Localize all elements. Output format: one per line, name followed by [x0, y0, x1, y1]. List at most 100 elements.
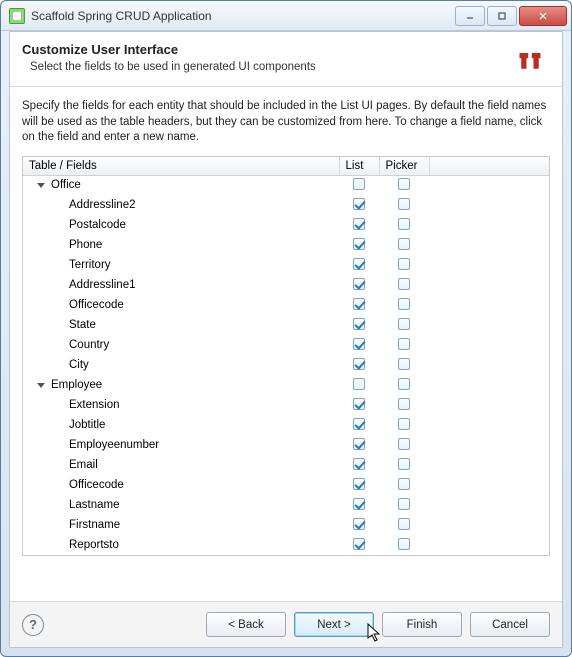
table-row[interactable]: Employee [23, 375, 549, 395]
cancel-button[interactable]: Cancel [470, 612, 550, 637]
next-button[interactable]: Next > [294, 612, 374, 637]
list-checkbox[interactable] [353, 258, 365, 270]
field-label[interactable]: City [69, 359, 89, 371]
field-label[interactable]: Reportsto [69, 539, 119, 551]
table-row[interactable]: State [23, 315, 549, 335]
picker-checkbox[interactable] [398, 398, 410, 410]
picker-checkbox[interactable] [398, 178, 410, 190]
table-row[interactable]: Territory [23, 255, 549, 275]
fields-table: Table / Fields List Picker Office Address… [22, 156, 550, 557]
list-checkbox[interactable] [353, 298, 365, 310]
picker-checkbox[interactable] [398, 418, 410, 430]
list-checkbox[interactable] [353, 398, 365, 410]
finish-button[interactable]: Finish [382, 612, 462, 637]
spacer-cell [429, 315, 549, 335]
list-checkbox[interactable] [353, 178, 365, 190]
picker-checkbox[interactable] [398, 298, 410, 310]
field-label[interactable]: Phone [69, 239, 102, 251]
table-row[interactable]: Jobtitle [23, 415, 549, 435]
col-header-picker[interactable]: Picker [379, 157, 429, 176]
picker-checkbox[interactable] [398, 238, 410, 250]
field-label[interactable]: Extension [69, 399, 120, 411]
picker-checkbox[interactable] [398, 438, 410, 450]
instructions-text: Specify the fields for each entity that … [22, 99, 550, 146]
list-checkbox[interactable] [353, 278, 365, 290]
field-label[interactable]: Jobtitle [69, 419, 105, 431]
table-row[interactable]: Office [23, 175, 549, 195]
list-checkbox[interactable] [353, 358, 365, 370]
list-checkbox[interactable] [353, 338, 365, 350]
list-checkbox[interactable] [353, 198, 365, 210]
field-label[interactable]: Country [69, 339, 109, 351]
spacer-cell [429, 535, 549, 555]
field-label[interactable]: State [69, 319, 96, 331]
field-label[interactable]: Employeenumber [69, 439, 159, 451]
list-checkbox[interactable] [353, 418, 365, 430]
maximize-button[interactable] [487, 6, 517, 26]
table-row[interactable]: Phone [23, 235, 549, 255]
table-row[interactable]: Officecode [23, 295, 549, 315]
table-row[interactable]: Addressline2 [23, 195, 549, 215]
minimize-button[interactable] [455, 6, 485, 26]
list-checkbox[interactable] [353, 518, 365, 530]
page-title: Customize User Interface [22, 42, 510, 57]
spacer-cell [429, 175, 549, 195]
spacer-cell [429, 355, 549, 375]
spacer-cell [429, 375, 549, 395]
list-checkbox[interactable] [353, 378, 365, 390]
list-checkbox[interactable] [353, 238, 365, 250]
field-label[interactable]: Addressline1 [69, 279, 135, 291]
picker-checkbox[interactable] [398, 458, 410, 470]
list-checkbox[interactable] [353, 538, 365, 550]
picker-checkbox[interactable] [398, 358, 410, 370]
table-row[interactable]: Email [23, 455, 549, 475]
table-row[interactable]: Firstname [23, 515, 549, 535]
table-row[interactable]: Lastname [23, 495, 549, 515]
picker-checkbox[interactable] [398, 538, 410, 550]
field-label[interactable]: Firstname [69, 519, 120, 531]
list-checkbox[interactable] [353, 498, 365, 510]
picker-checkbox[interactable] [398, 198, 410, 210]
picker-checkbox[interactable] [398, 378, 410, 390]
picker-checkbox[interactable] [398, 498, 410, 510]
field-label[interactable]: Officecode [69, 299, 124, 311]
field-label[interactable]: Lastname [69, 499, 120, 511]
picker-checkbox[interactable] [398, 218, 410, 230]
table-row[interactable]: Addressline1 [23, 275, 549, 295]
picker-checkbox[interactable] [398, 338, 410, 350]
table-row[interactable]: Country [23, 335, 549, 355]
list-checkbox[interactable] [353, 218, 365, 230]
field-label[interactable]: Employee [51, 379, 102, 391]
body-panel: Specify the fields for each entity that … [10, 87, 562, 601]
col-header-list[interactable]: List [339, 157, 379, 176]
table-row[interactable]: Employeenumber [23, 435, 549, 455]
picker-checkbox[interactable] [398, 278, 410, 290]
list-checkbox[interactable] [353, 438, 365, 450]
picker-checkbox[interactable] [398, 478, 410, 490]
table-row[interactable]: City [23, 355, 549, 375]
list-checkbox[interactable] [353, 478, 365, 490]
expand-caret-icon[interactable] [37, 383, 45, 388]
picker-checkbox[interactable] [398, 318, 410, 330]
col-header-fields[interactable]: Table / Fields [23, 157, 339, 176]
table-row[interactable]: Postalcode [23, 215, 549, 235]
field-label[interactable]: Territory [69, 259, 111, 271]
field-label[interactable]: Postalcode [69, 219, 126, 231]
spacer-cell [429, 435, 549, 455]
spacer-cell [429, 235, 549, 255]
picker-checkbox[interactable] [398, 518, 410, 530]
help-icon[interactable]: ? [22, 614, 44, 636]
table-row[interactable]: Extension [23, 395, 549, 415]
list-checkbox[interactable] [353, 458, 365, 470]
table-row[interactable]: Officecode [23, 475, 549, 495]
list-checkbox[interactable] [353, 318, 365, 330]
table-row[interactable]: Reportsto [23, 535, 549, 555]
field-label[interactable]: Officecode [69, 479, 124, 491]
field-label[interactable]: Office [51, 179, 81, 191]
back-button[interactable]: < Back [206, 612, 286, 637]
expand-caret-icon[interactable] [37, 183, 45, 188]
close-button[interactable] [519, 6, 567, 26]
field-label[interactable]: Addressline2 [69, 199, 135, 211]
field-label[interactable]: Email [69, 459, 98, 471]
picker-checkbox[interactable] [398, 258, 410, 270]
